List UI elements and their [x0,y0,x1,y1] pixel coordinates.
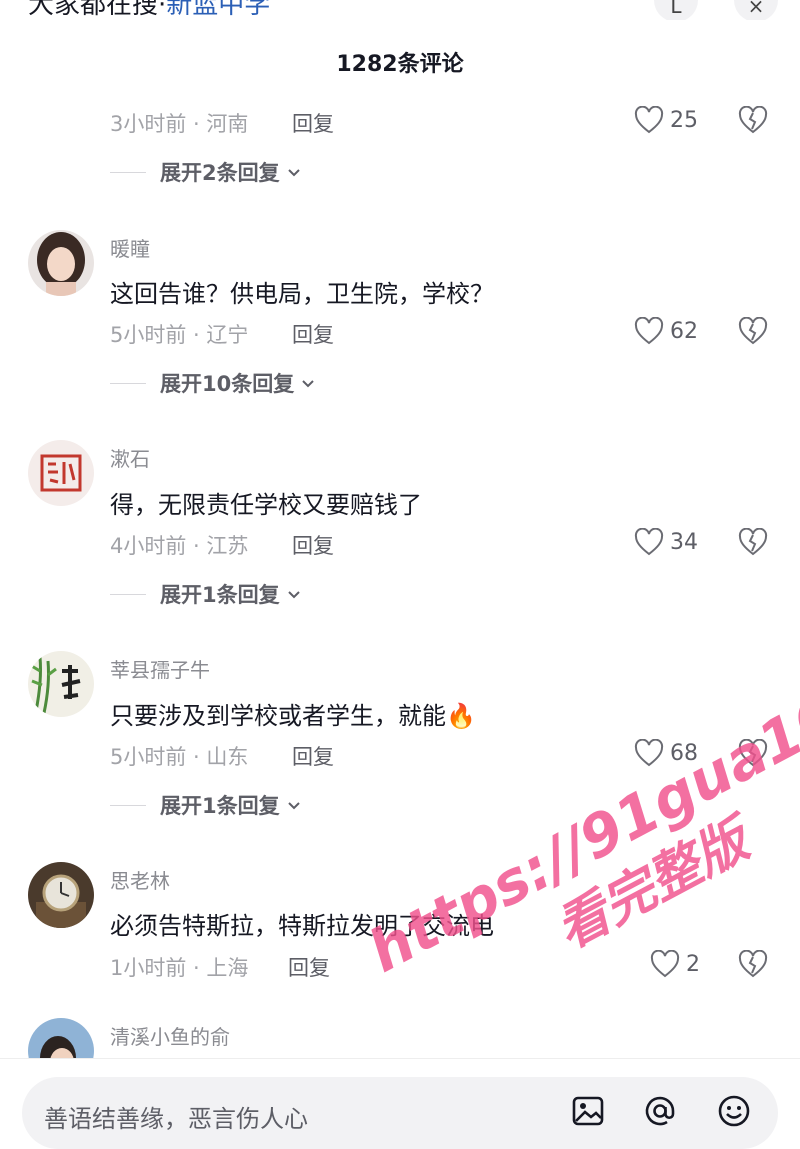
broken-heart-icon [738,527,768,556]
broken-heart-icon [738,738,768,767]
dislike-button[interactable] [738,316,768,349]
divider [110,593,146,595]
username[interactable]: 暖瞳 [110,233,150,262]
dislike-button[interactable] [738,105,768,138]
avatar[interactable] [28,862,94,928]
dislike-button[interactable] [738,527,768,560]
avatar[interactable] [28,230,94,296]
comment-input[interactable]: 善语结善缘，恶言伤人心 [22,1077,778,1149]
expand-replies-label: 展开2条回复 [160,161,280,185]
like-button[interactable]: 68 [634,739,698,767]
comment-input-bar: 善语结善缘，恶言伤人心 [0,1058,800,1149]
broken-heart-icon [738,105,768,134]
divider [110,382,146,384]
like-button[interactable]: 62 [634,317,698,345]
broken-heart-icon [738,949,768,978]
like-count: 2 [686,951,700,977]
expand-replies-button[interactable]: 展开2条回复 [110,157,302,187]
chevron-down-icon [287,802,300,810]
expand-replies-label: 展开1条回复 [160,583,280,607]
expand-replies-button[interactable]: 展开1条回复 [110,579,302,609]
chevron-down-icon [287,169,300,177]
comment-meta: 5小时前 · 辽宁 [110,323,249,347]
chevron-down-icon [287,591,300,599]
expand-replies-button[interactable]: 展开10条回复 [110,368,316,398]
username[interactable]: 莘县孺子牛 [110,654,210,683]
comment-text: 必须告特斯拉，特斯拉发明了交流电 [110,912,494,940]
reply-button[interactable]: 回复 [292,319,334,349]
dislike-button[interactable] [738,949,768,982]
search-suggestion-link[interactable]: 新蓝中学 [166,0,270,20]
expand-replies-label: 展开10条回复 [160,372,295,396]
broken-heart-icon [738,316,768,345]
expand-replies-label: 展开1条回复 [160,794,280,818]
heart-icon [634,106,664,134]
avatar[interactable] [28,440,94,506]
username[interactable]: 漱石 [110,443,150,472]
comment-meta: 4小时前 · 江苏 [110,534,249,558]
reply-button[interactable]: 回复 [292,108,334,138]
chevron-down-icon [302,380,314,388]
close-button[interactable]: × [734,0,778,20]
comment-count: 1282条评论 [336,52,464,77]
divider [110,804,146,806]
comment-text: 这回告谁？供电局，卫生院，学校？ [110,280,494,308]
at-icon[interactable] [640,1091,680,1131]
expand-replies-button[interactable]: 展开1条回复 [110,790,302,820]
heart-icon [634,739,664,767]
top-left-button[interactable]: L [654,0,698,20]
heart-icon [634,528,664,556]
like-button[interactable]: 34 [634,528,698,556]
like-count: 34 [670,529,698,555]
comment-meta: 3小时前 · 河南 [110,112,249,136]
heart-icon [650,950,680,978]
emoji-icon[interactable] [714,1091,754,1131]
like-button[interactable]: 25 [634,106,698,134]
search-suggestion[interactable]: 大家都在搜·新蓝中学 [28,0,270,20]
like-count: 25 [670,107,698,133]
comment-input-placeholder: 善语结善缘，恶言伤人心 [44,1105,308,1133]
reply-button[interactable]: 回复 [288,952,330,982]
comment-meta: 5小时前 · 山东 [110,745,249,769]
comment-meta: 1小时前 · 上海 [110,956,249,980]
like-count: 68 [670,740,698,766]
dislike-button[interactable] [738,738,768,771]
reply-button[interactable]: 回复 [292,530,334,560]
top-strip: 大家都在搜·新蓝中学 L × [0,0,800,20]
username[interactable]: 清溪小鱼的俞 [110,1021,230,1050]
divider [110,171,146,173]
comment-text: 得，无限责任学校又要赔钱了 [110,491,422,519]
image-icon[interactable] [568,1091,608,1131]
heart-icon [634,317,664,345]
like-button[interactable]: 2 [650,950,700,978]
search-suggestion-prefix: 大家都在搜· [28,0,167,20]
watermark-caption: 看完整版 [546,810,759,961]
avatar[interactable] [28,651,94,717]
fire-emoji: 🔥 [446,702,476,730]
username[interactable]: 思老林 [110,865,170,894]
like-count: 62 [670,318,698,344]
reply-button[interactable]: 回复 [292,741,334,771]
comment-text: 只要涉及到学校或者学生，就能🔥 [110,702,476,730]
